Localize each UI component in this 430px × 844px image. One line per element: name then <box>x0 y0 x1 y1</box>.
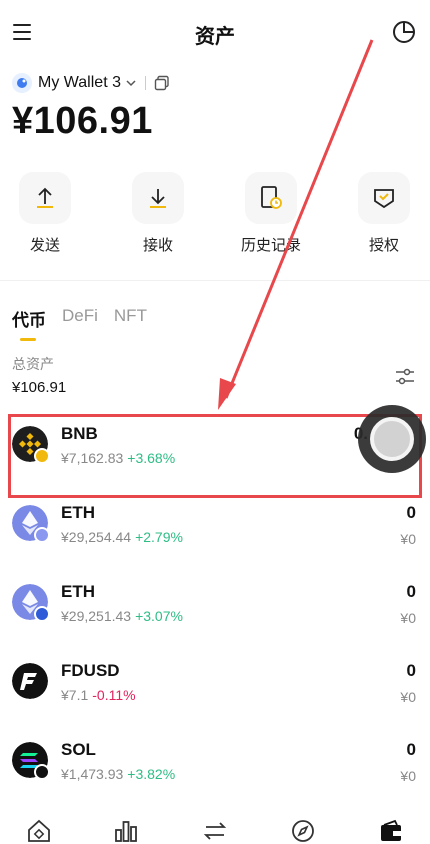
send-icon <box>37 187 53 208</box>
token-row-fdusd[interactable]: FDUSD ¥7.1 -0.11% 0 ¥0 <box>0 651 430 730</box>
total-assets-label: 总资产 <box>12 356 54 372</box>
token-price: ¥7,162.83 +3.68% <box>61 450 176 466</box>
tab-defi[interactable]: DeFi <box>62 306 98 346</box>
discover-icon[interactable] <box>290 818 316 844</box>
token-name: ETH <box>61 503 95 522</box>
action-label: 授权 <box>368 237 399 254</box>
token-amount: 0 <box>406 503 416 522</box>
history-icon <box>261 186 282 209</box>
wallet-icon[interactable] <box>378 818 404 844</box>
action-label: 历史记录 <box>240 237 301 254</box>
token-change: +3.68% <box>127 450 176 466</box>
token-row-sol[interactable]: SOL ¥1,473.93 +3.82% 0 ¥0 <box>0 730 430 809</box>
token-change: +3.07% <box>135 608 183 624</box>
history-button[interactable]: 历史记录 <box>231 172 311 255</box>
receive-button[interactable]: 接收 <box>118 172 198 255</box>
token-name: SOL <box>61 740 96 759</box>
total-assets-value: ¥106.91 <box>12 379 67 396</box>
token-price: ¥29,251.43 +3.07% <box>61 608 183 624</box>
token-price: ¥7.1 -0.11% <box>61 687 136 703</box>
authorize-button[interactable]: 授权 <box>344 172 424 255</box>
pie-chart-icon[interactable] <box>392 20 416 44</box>
chain-badge-icon <box>34 764 50 780</box>
page-title: 资产 <box>195 26 235 48</box>
token-change: +2.79% <box>135 529 183 545</box>
token-amount: 0 <box>406 740 416 759</box>
token-value: ¥0 <box>400 768 416 784</box>
token-value: ¥0 <box>400 610 416 626</box>
bottom-nav <box>0 812 430 844</box>
asset-tabs: 代币 DeFi NFT <box>12 306 163 346</box>
token-value: ¥0 <box>400 531 416 547</box>
token-value: ¥0 <box>400 689 416 705</box>
token-price: ¥29,254.44 +2.79% <box>61 529 183 545</box>
action-bar: 发送 接收 历史记录 授权 <box>0 172 430 262</box>
token-name: BNB <box>61 424 98 443</box>
token-list: BNB ¥7,162.83+3.68% 0. ETH ¥29,254.44+2.… <box>0 414 430 809</box>
token-name: FDUSD <box>61 661 120 680</box>
token-amount: 0 <box>406 661 416 680</box>
token-amount: 0 <box>406 582 416 601</box>
token-change: -0.11% <box>92 687 136 703</box>
wallet-selector[interactable]: My Wallet 3 <box>12 72 170 94</box>
send-button[interactable]: 发送 <box>5 172 85 255</box>
action-label: 发送 <box>29 237 60 254</box>
action-label: 接收 <box>142 237 173 254</box>
filter-icon[interactable] <box>394 366 416 388</box>
chain-badge-icon <box>34 606 50 622</box>
chain-badge-icon <box>34 527 50 543</box>
copy-icon[interactable] <box>154 75 170 91</box>
token-price: ¥1,473.93 +3.82% <box>61 766 176 782</box>
tab-nft[interactable]: NFT <box>114 306 147 346</box>
wallet-avatar-icon <box>12 73 32 93</box>
section-divider <box>0 280 430 281</box>
swap-icon[interactable] <box>202 818 228 844</box>
authorize-icon <box>374 189 394 209</box>
home-icon[interactable] <box>26 818 52 844</box>
wallet-name: My Wallet 3 <box>38 74 121 91</box>
tab-tokens[interactable]: 代币 <box>12 306 46 346</box>
receive-icon <box>150 189 166 208</box>
token-name: ETH <box>61 582 95 601</box>
wallet-balance: ¥106.91 <box>12 100 153 142</box>
header: 资产 <box>0 0 430 64</box>
chevron-down-icon[interactable] <box>125 77 137 89</box>
chain-badge-icon <box>34 448 50 464</box>
touch-cursor <box>358 405 426 473</box>
market-icon[interactable] <box>113 818 139 844</box>
token-row-eth[interactable]: ETH ¥29,254.44 +2.79% 0 ¥0 <box>0 493 430 572</box>
token-change: +3.82% <box>127 766 176 782</box>
token-row-eth[interactable]: ETH ¥29,251.43 +3.07% 0 ¥0 <box>0 572 430 651</box>
fdusd-icon <box>12 663 48 699</box>
divider <box>144 76 146 90</box>
